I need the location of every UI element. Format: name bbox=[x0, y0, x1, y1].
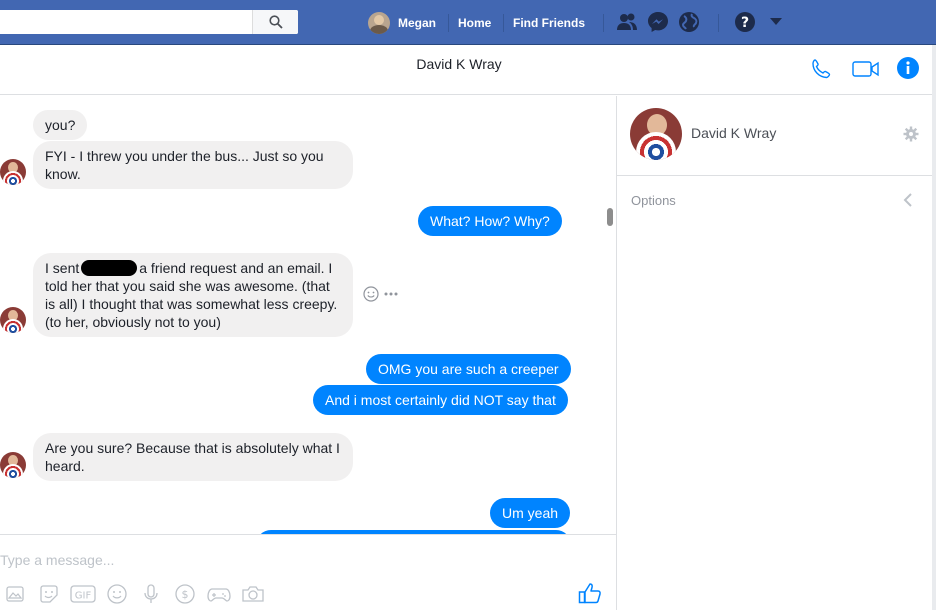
video-call-icon[interactable] bbox=[852, 58, 880, 85]
gif-label: GIF bbox=[75, 591, 92, 602]
message-bubble-incoming: you? bbox=[33, 110, 88, 140]
settings-gear-icon[interactable] bbox=[903, 126, 919, 147]
thumbs-up-icon bbox=[578, 583, 601, 604]
nav-help-group: ? bbox=[734, 11, 796, 33]
help-icon[interactable]: ? bbox=[734, 11, 756, 33]
account-menu-caret-icon[interactable] bbox=[765, 11, 787, 33]
send-money-icon[interactable]: $ bbox=[172, 582, 198, 606]
contact-profile-name[interactable]: David K Wray bbox=[691, 125, 776, 141]
svg-text:$: $ bbox=[182, 588, 189, 601]
message-bubble-outgoing: And i most certainly did NOT say that bbox=[313, 385, 568, 415]
gif-icon[interactable]: GIF bbox=[70, 582, 96, 606]
redaction-mark bbox=[81, 260, 138, 276]
add-photos-icon[interactable] bbox=[2, 582, 28, 606]
nav-home-label: Home bbox=[458, 15, 492, 30]
message-bubble-outgoing: OMG you are such a creeper bbox=[366, 354, 571, 384]
message-composer: GIF $ bbox=[0, 534, 616, 610]
contact-profile: David K Wray bbox=[617, 96, 933, 176]
nav-divider bbox=[503, 14, 504, 32]
microphone-icon[interactable] bbox=[138, 582, 164, 606]
message-bubble-incoming: I sent a friend request and an email. I t… bbox=[33, 253, 353, 337]
react-emoji-icon[interactable] bbox=[363, 286, 379, 302]
user-avatar bbox=[368, 11, 390, 34]
chevron-left-icon[interactable] bbox=[903, 192, 913, 213]
camera-icon[interactable] bbox=[240, 582, 266, 606]
contact-avatar[interactable] bbox=[0, 159, 26, 185]
games-icon[interactable] bbox=[206, 582, 232, 606]
conversation-details-panel: David K Wray Options bbox=[617, 96, 936, 610]
nav-divider bbox=[718, 14, 719, 32]
contact-avatar[interactable] bbox=[0, 307, 26, 333]
window-edge bbox=[932, 45, 936, 610]
nav-profile-link[interactable]: Megan bbox=[368, 0, 436, 45]
nav-icon-group bbox=[616, 11, 709, 33]
message-bubble-outgoing: Um yeah bbox=[490, 498, 571, 528]
nav-divider bbox=[448, 14, 449, 32]
contact-avatar[interactable] bbox=[0, 452, 26, 478]
search-button[interactable] bbox=[252, 10, 298, 34]
nav-home-link[interactable]: Home bbox=[458, 0, 491, 45]
more-options-icon[interactable] bbox=[384, 292, 398, 296]
nav-divider bbox=[603, 14, 604, 32]
svg-text:?: ? bbox=[741, 15, 749, 31]
conversation-header: David K Wray bbox=[0, 45, 936, 95]
message-actions bbox=[363, 286, 398, 302]
search-icon bbox=[268, 15, 283, 29]
message-text: I sent bbox=[45, 260, 80, 276]
voice-call-icon[interactable] bbox=[810, 58, 832, 85]
contact-profile-avatar[interactable] bbox=[630, 108, 682, 160]
nav-find-friends-label: Find Friends bbox=[513, 15, 585, 30]
conversation-title: David K Wray bbox=[416, 56, 502, 72]
friend-requests-icon[interactable] bbox=[616, 11, 638, 33]
message-list-scrollbar[interactable] bbox=[607, 208, 613, 226]
message-bubble-incoming: FYI - I threw you under the bus... Just … bbox=[33, 141, 353, 189]
message-input[interactable] bbox=[0, 552, 560, 568]
like-button[interactable] bbox=[578, 582, 602, 609]
message-bubble-incoming: Are you sure? Because that is absolutely… bbox=[33, 433, 353, 481]
message-bubble-outgoing: What? How? Why? bbox=[418, 206, 562, 236]
composer-toolbar: GIF $ bbox=[2, 582, 274, 606]
nav-user-name: Megan bbox=[398, 15, 437, 30]
sticker-icon[interactable] bbox=[36, 582, 62, 606]
emoji-icon[interactable] bbox=[104, 582, 130, 606]
nav-find-friends-link[interactable]: Find Friends bbox=[513, 0, 585, 45]
options-section-label[interactable]: Options bbox=[631, 193, 676, 208]
conversation-info-icon[interactable] bbox=[897, 57, 919, 84]
messenger-icon[interactable] bbox=[647, 11, 669, 33]
top-nav-bar: Megan Home Find Friends ? bbox=[0, 0, 936, 45]
message-list[interactable]: you? FYI - I threw you under the bus... … bbox=[0, 96, 616, 534]
notifications-globe-icon[interactable] bbox=[678, 11, 700, 33]
